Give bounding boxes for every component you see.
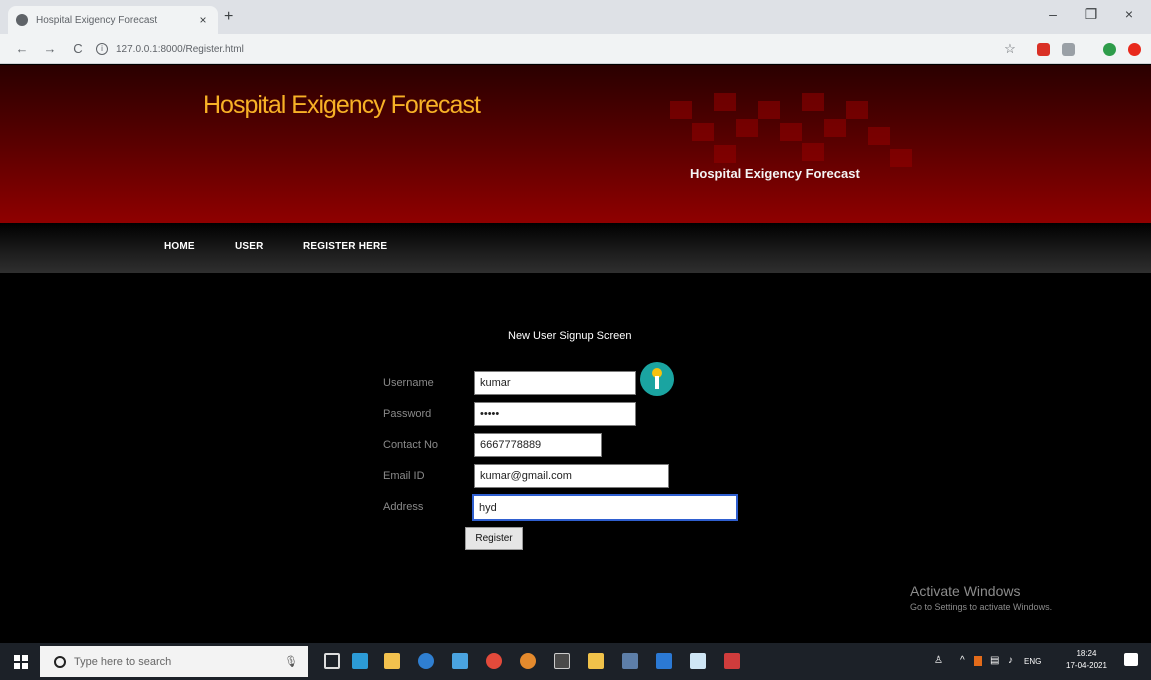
bookmark-star-icon[interactable]: ☆ — [1002, 41, 1018, 57]
browser-tab[interactable]: Hospital Exigency Forecast × — [8, 6, 218, 34]
task-view-icon[interactable] — [324, 653, 340, 669]
file-explorer-icon[interactable] — [588, 653, 604, 669]
address-input[interactable] — [472, 494, 738, 521]
chrome-icon[interactable] — [520, 653, 536, 669]
edge-icon[interactable] — [418, 653, 434, 669]
globe-icon — [16, 14, 28, 26]
username-input[interactable] — [474, 371, 636, 395]
calculator-icon[interactable] — [622, 653, 638, 669]
opera-icon[interactable] — [1128, 43, 1141, 56]
password-manager-key-icon[interactable] — [640, 362, 674, 396]
contact-input[interactable] — [474, 433, 602, 457]
browser-tab-bar: Hospital Exigency Forecast × + – ❐ × — [0, 0, 1151, 34]
search-placeholder: Type here to search — [74, 655, 172, 668]
language-indicator[interactable]: ENG — [1024, 657, 1041, 666]
tab-title: Hospital Exigency Forecast — [36, 14, 158, 26]
clock-date: 17-04-2021 — [1066, 661, 1107, 670]
register-button[interactable]: Register — [465, 527, 523, 550]
password-input[interactable] — [474, 402, 636, 426]
photos-icon[interactable] — [452, 653, 468, 669]
extension-capture-icon[interactable] — [1062, 43, 1075, 56]
extension-pdf-icon[interactable] — [1037, 43, 1050, 56]
nav-register-here[interactable]: REGISTER HERE — [303, 241, 387, 252]
close-tab-icon[interactable]: × — [196, 13, 210, 27]
email-label: Email ID — [383, 470, 425, 482]
username-label: Username — [383, 377, 434, 389]
tray-app-icon[interactable] — [974, 656, 982, 666]
store-icon[interactable] — [384, 653, 400, 669]
site-title: Hospital Exigency Forecast — [203, 91, 481, 119]
info-icon[interactable]: i — [96, 43, 108, 55]
activate-windows-watermark: Activate Windows Go to Settings to activ… — [910, 583, 1052, 612]
minimize-button[interactable]: – — [1042, 6, 1064, 22]
password-label: Password — [383, 408, 432, 420]
clock-time: 18:24 — [1076, 649, 1097, 658]
url-bar[interactable]: i 127.0.0.1:8000/Register.html — [96, 39, 956, 59]
reload-button[interactable]: C — [70, 41, 86, 56]
nav-user[interactable]: USER — [235, 241, 264, 252]
forward-button[interactable]: → — [42, 41, 58, 56]
address-label: Address — [383, 501, 424, 513]
url-text: 127.0.0.1:8000/Register.html — [116, 43, 244, 55]
network-icon[interactable]: ▤ — [990, 655, 999, 666]
microphone-icon[interactable]: 🎙 — [284, 655, 298, 668]
taskbar-clock[interactable]: 18:24 17-04-2021 — [1066, 648, 1107, 672]
people-icon[interactable]: ♙ — [934, 655, 943, 666]
taskbar-search-box[interactable]: Type here to search 🎙 — [40, 646, 308, 677]
action-center-icon[interactable] — [1124, 653, 1138, 666]
mail-icon[interactable] — [352, 653, 368, 669]
windows-taskbar: Type here to search 🎙 ♙ ^ ▤ ♪ ENG 18:24 … — [0, 643, 1151, 680]
signup-form: New User Signup Screen Username Password… — [0, 273, 1151, 643]
word-icon[interactable] — [656, 653, 672, 669]
windows-start-icon[interactable] — [14, 655, 28, 669]
contact-label: Contact No — [383, 439, 439, 451]
email-input[interactable] — [474, 464, 669, 488]
form-title: New User Signup Screen — [508, 330, 632, 342]
watermark-title: Activate Windows — [910, 583, 1021, 599]
volume-icon[interactable]: ♪ — [1008, 655, 1013, 666]
cortana-icon — [54, 655, 66, 668]
maximize-button[interactable]: ❐ — [1080, 6, 1102, 23]
tray-overflow-icon[interactable]: ^ — [960, 655, 965, 666]
notepad-icon[interactable] — [690, 653, 706, 669]
main-nav: HOME USER REGISTER HERE — [0, 223, 1151, 273]
media-icon[interactable] — [486, 653, 502, 669]
site-header: Hospital Exigency Forecast Hospital Exig… — [0, 65, 1151, 223]
nav-home[interactable]: HOME — [164, 241, 195, 252]
header-tagline: Hospital Exigency Forecast — [690, 166, 860, 181]
terminal-icon[interactable] — [554, 653, 570, 669]
watermark-subtitle: Go to Settings to activate Windows. — [910, 602, 1053, 612]
app-icon[interactable] — [724, 653, 740, 669]
close-window-button[interactable]: × — [1118, 6, 1140, 22]
browser-toolbar: ← → C i 127.0.0.1:8000/Register.html ☆ — [0, 34, 1151, 64]
back-button[interactable]: ← — [14, 41, 30, 56]
web-page: Hospital Exigency Forecast Hospital Exig… — [0, 65, 1151, 643]
new-tab-button[interactable]: + — [224, 8, 233, 26]
extension-shield-icon[interactable] — [1103, 43, 1116, 56]
